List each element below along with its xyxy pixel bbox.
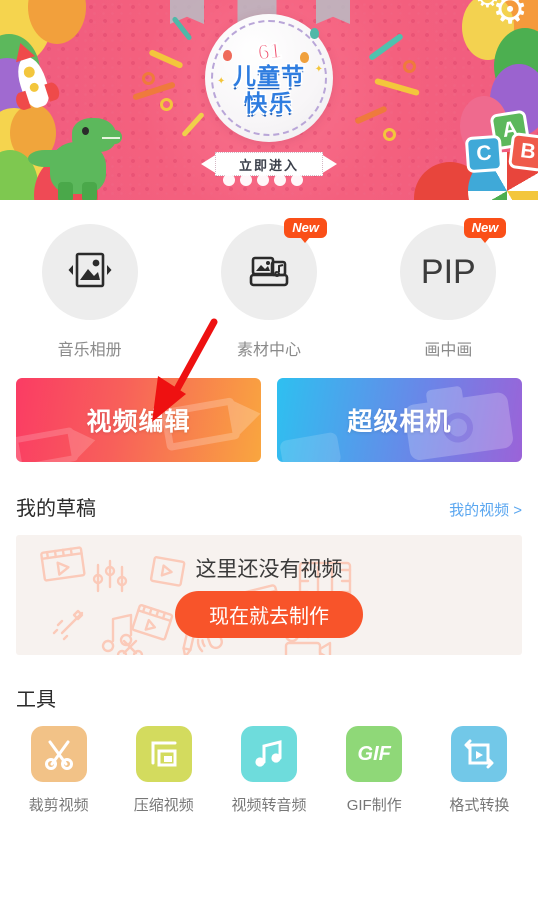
feature-pip[interactable]: PIP New 画中画 [359,218,538,360]
feature-label: 素材中心 [236,342,301,359]
confetti-ring-icon [383,128,396,141]
pip-circle[interactable]: PIP New [400,218,507,320]
tool-format-convert[interactable]: 格式转换 [427,726,532,815]
drafts-empty-card: 这里还没有视频 现在就去制作 [16,535,522,655]
badge-line-2: 快乐 [244,90,294,116]
feature-music-album[interactable]: 音乐相册 [0,224,179,360]
gear-small-icon: ⚙ [475,0,500,12]
music-note-icon-tile[interactable] [241,726,297,782]
dinosaur-icon [28,116,122,200]
tools-row: 裁剪视频 压缩视频 视频转音频 GIF GIF制作 格式转换 [0,716,538,815]
confetti-ring-icon [160,98,173,111]
app-home-screen: ⚙ ⚙ A C B ✦ ✦ 61 儿童节 快乐 [0,0,538,919]
video-edit-card[interactable]: 视频编辑 [16,378,261,462]
video-edit-label: 视频编辑 [86,408,191,436]
confetti-ring-icon [403,60,416,73]
tool-gif-maker[interactable]: GIF GIF制作 [322,726,427,815]
pip-icon: PIP [420,252,476,291]
tool-trim-video[interactable]: 裁剪视频 [6,726,111,815]
camera-small-icon [278,423,347,462]
drafts-empty-text: 这里还没有视频 [195,557,343,581]
tool-compress-video[interactable]: 压缩视频 [111,726,216,815]
tools-title: 工具 [16,689,56,711]
compress-icon-tile[interactable] [135,726,192,782]
scissors-icon-tile[interactable] [30,726,87,782]
format-convert-icon [464,739,494,769]
ribbon-scallop-edge [223,174,303,186]
music-note-icon [255,740,282,767]
new-badge: New [284,218,327,243]
feature-shortcuts-row: 音乐相册 New 素材中心 PIP New 画中画 [0,200,538,366]
music-album-circle[interactable] [41,224,138,320]
tool-label: GIF制作 [346,797,402,814]
material-center-circle[interactable]: New [220,218,327,320]
gif-icon: GIF [357,742,391,765]
banner-cta-label: 立即进入 [238,157,299,173]
super-camera-card[interactable]: 超级相机 [277,378,522,462]
compress-icon [151,741,177,767]
banner-enter-ribbon[interactable]: 立即进入 [201,152,337,186]
gif-icon-tile[interactable]: GIF [346,726,403,782]
feature-material-center[interactable]: New 素材中心 [179,218,358,360]
alphabet-block-c-icon: C [464,134,504,174]
drafts-title: 我的草稿 [16,498,96,520]
ribbon-tail-right [321,154,337,174]
childrens-day-badge[interactable]: ✦ ✦ 61 儿童节 快乐 [205,14,333,142]
confetti-ring-icon [142,72,155,85]
tool-label: 视频转音频 [231,797,307,814]
material-center-icon [249,256,289,287]
my-videos-link[interactable]: 我的视频 > [449,499,522,520]
promo-banner[interactable]: ⚙ ⚙ A C B ✦ ✦ 61 儿童节 快乐 [0,0,538,200]
alphabet-block-b-icon: B [507,131,538,173]
feature-label: 音乐相册 [57,342,122,359]
tool-label: 压缩视频 [133,797,194,814]
new-badge: New [463,218,507,243]
drafts-section-header: 我的草稿 我的视频 > [0,462,538,531]
tool-label: 格式转换 [449,797,510,814]
tool-label: 裁剪视频 [28,797,89,814]
scissors-icon [44,740,73,770]
create-now-button[interactable]: 现在就去制作 [175,590,363,638]
format-convert-icon-tile[interactable] [451,726,508,782]
tool-video-to-audio[interactable]: 视频转音频 [216,726,321,815]
super-camera-label: 超级相机 [347,408,452,436]
feature-label: 画中画 [424,342,473,359]
primary-action-cards: 视频编辑 超级相机 [0,366,538,462]
music-album-icon [68,252,112,288]
